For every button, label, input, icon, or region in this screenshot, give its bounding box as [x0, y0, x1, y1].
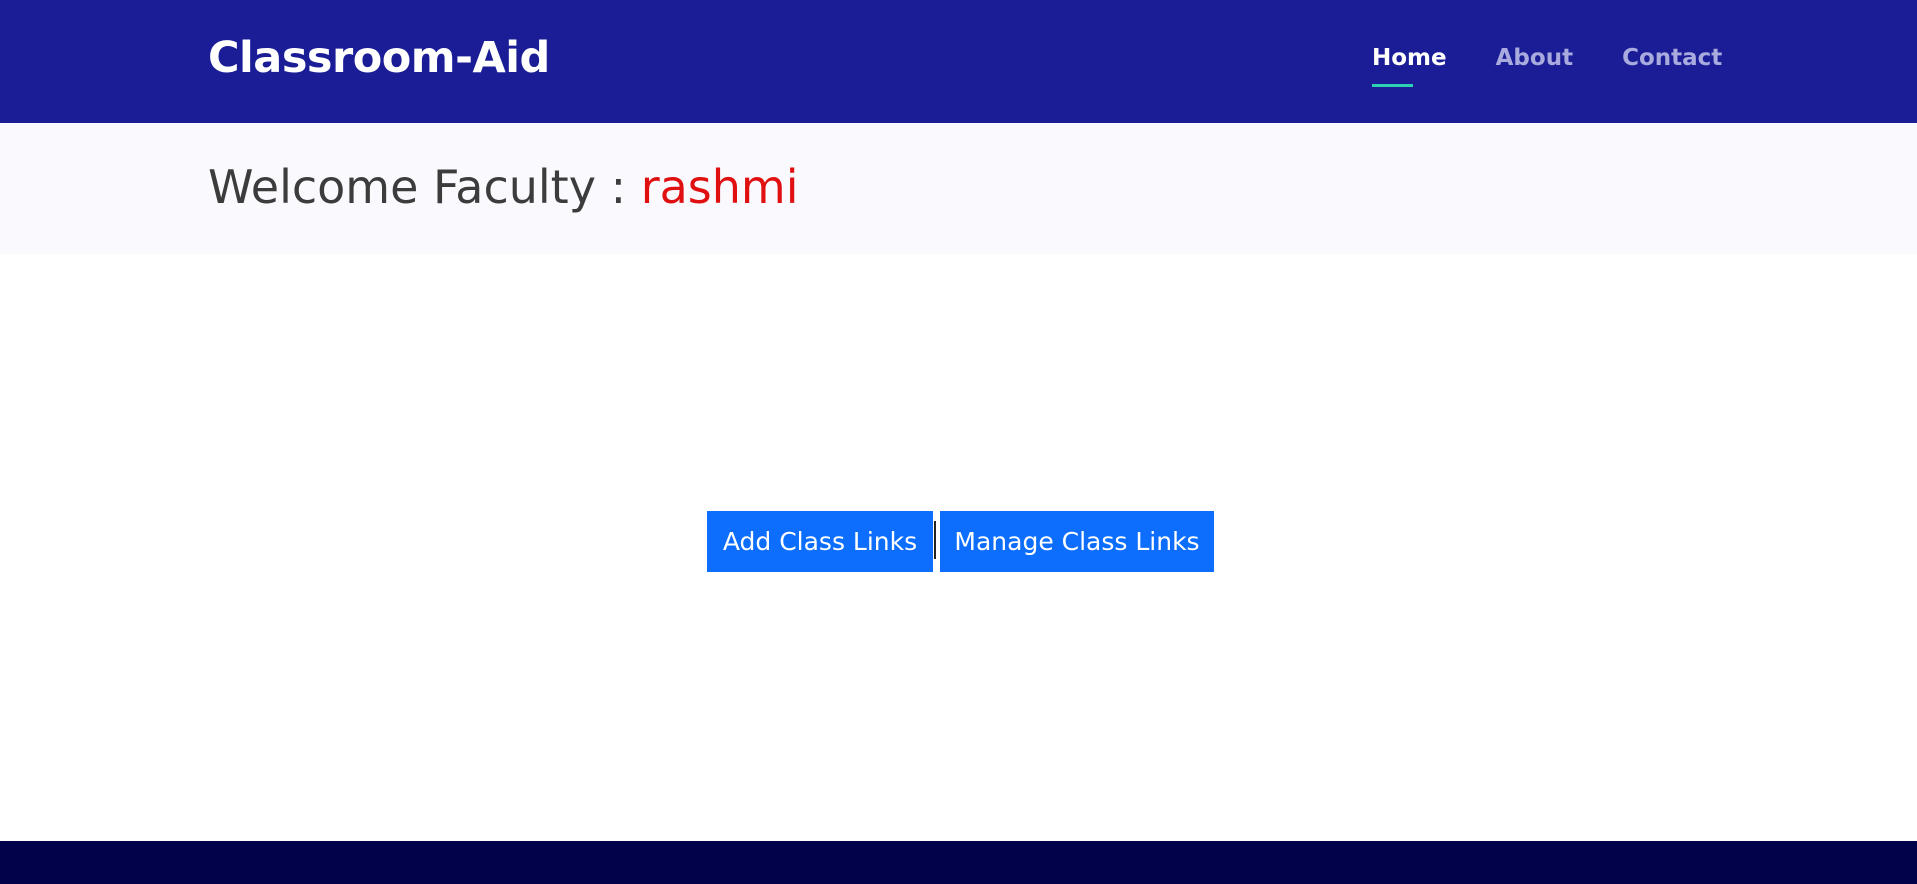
welcome-prefix: Welcome Faculty :	[208, 160, 641, 214]
nav-home[interactable]: Home	[1372, 42, 1447, 87]
active-nav-indicator	[1372, 84, 1413, 87]
main-nav: Home About Contact	[1372, 42, 1722, 87]
action-buttons: Add Class Links Manage Class Links	[707, 511, 1214, 572]
manage-class-links-button[interactable]: Manage Class Links	[940, 511, 1214, 572]
nav-about-label: About	[1495, 45, 1574, 71]
add-class-links-button[interactable]: Add Class Links	[707, 511, 933, 572]
brand-logo-text[interactable]: Classroom-Aid	[208, 30, 550, 86]
faculty-username: rashmi	[640, 160, 799, 214]
welcome-banner: Welcome Faculty : rashmi	[0, 123, 1917, 254]
nav-contact[interactable]: Contact	[1622, 42, 1722, 82]
welcome-heading: Welcome Faculty : rashmi	[208, 156, 799, 218]
footer-bar	[0, 841, 1917, 884]
nav-about[interactable]: About	[1496, 42, 1573, 82]
nav-contact-label: Contact	[1622, 45, 1723, 71]
button-divider	[933, 511, 940, 572]
top-navbar: Classroom-Aid Home About Contact	[0, 0, 1917, 123]
nav-home-label: Home	[1372, 45, 1447, 71]
